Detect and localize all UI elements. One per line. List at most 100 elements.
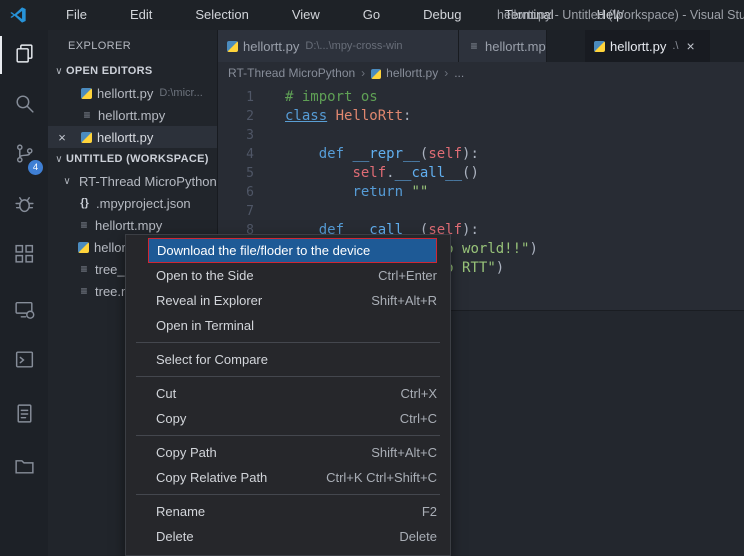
code-line: 7	[218, 202, 744, 221]
code-line: 4 def __repr__(self):	[218, 145, 744, 164]
workspace-header[interactable]: ∨ UNTITLED (WORKSPACE)	[48, 148, 217, 170]
context-menu-item[interactable]: Copy Relative PathCtrl+K Ctrl+Shift+C	[126, 465, 450, 490]
remote-device-button[interactable]	[0, 286, 48, 336]
json-file-icon: {}	[78, 197, 91, 209]
extensions-icon	[13, 242, 36, 268]
folder-icon	[13, 454, 36, 480]
tab-strip-gap	[547, 30, 585, 62]
python-file-icon	[81, 132, 92, 143]
terminal-button[interactable]	[0, 336, 48, 386]
folder-row[interactable]: ∨ RT-Thread MicroPython	[48, 170, 217, 192]
file-name: hellortt.py	[97, 86, 153, 101]
files-icon	[13, 42, 36, 68]
menu-selection[interactable]: Selection	[165, 3, 261, 28]
context-menu-item[interactable]: Copy PathShift+Alt+C	[126, 440, 450, 465]
close-icon[interactable]: ×	[55, 130, 69, 145]
menu-separator	[136, 494, 440, 495]
context-menu: Download the file/floder to the deviceOp…	[125, 234, 451, 556]
context-menu-item[interactable]: Download the file/floder to the device	[148, 238, 437, 263]
close-icon[interactable]: ×	[687, 38, 695, 54]
editor-tab[interactable]: ≡hellortt.mpy	[459, 30, 547, 62]
python-file-icon	[371, 68, 381, 78]
editor-tab[interactable]: hellortt.py.\×	[585, 30, 710, 62]
context-menu-item[interactable]: DeleteDelete	[126, 524, 450, 549]
open-editor-item[interactable]: ≡hellortt.mpy	[48, 104, 217, 126]
open-editor-item[interactable]: hellortt.pyD:\micr...	[48, 82, 217, 104]
open-editors-list: hellortt.pyD:\micr...≡hellortt.mpy × hello…	[48, 82, 217, 148]
binary-file-icon: ≡	[78, 218, 90, 232]
line-number: 1	[218, 88, 254, 107]
file-name: hellortt.mpy	[98, 108, 165, 123]
source-control-button[interactable]: 4	[0, 130, 48, 180]
menu-separator	[136, 342, 440, 343]
context-menu-item[interactable]: Open to the SideCtrl+Enter	[126, 263, 450, 288]
file-name: .mpyproject.json	[96, 196, 191, 211]
remote-device-icon	[13, 298, 36, 324]
code-text: def __repr__(self):	[285, 145, 479, 164]
code-line: 3	[218, 126, 744, 145]
sidebar-title: EXPLORER	[48, 30, 217, 60]
code-line: 5 self.__call__()	[218, 164, 744, 183]
python-file-icon	[227, 41, 238, 52]
tab-detail: .\	[672, 40, 678, 52]
breadcrumb-item[interactable]: hellortt.py	[386, 66, 438, 80]
output-button[interactable]	[0, 390, 48, 440]
scm-badge: 4	[28, 160, 43, 175]
context-menu-item[interactable]: RenameF2	[126, 499, 450, 524]
extensions-button[interactable]	[0, 230, 48, 280]
context-menu-item[interactable]: Open in Terminal	[126, 313, 450, 338]
context-menu-item[interactable]: CutCtrl+X	[126, 381, 450, 406]
code-line: 6 return ""	[218, 183, 744, 202]
search-button[interactable]	[0, 80, 48, 130]
tab-detail: D:\...\mpy-cross-win	[305, 40, 402, 52]
chevron-down-icon: ∨	[60, 176, 74, 187]
line-number: 7	[218, 202, 254, 221]
code-text: self.__call__()	[285, 164, 479, 183]
search-icon	[13, 92, 36, 118]
context-menu-item[interactable]: Copy Ctrl+C	[126, 406, 450, 431]
project-folder-button[interactable]	[0, 442, 48, 492]
report-icon	[13, 402, 36, 428]
python-file-icon	[81, 88, 92, 99]
context-menu-item[interactable]: Reveal in ExplorerShift+Alt+R	[126, 288, 450, 313]
menu-go[interactable]: Go	[333, 3, 393, 28]
open-editor-item[interactable]: × hellortt.py	[48, 126, 217, 148]
binary-file-icon: ≡	[78, 262, 90, 276]
line-number: 5	[218, 164, 254, 183]
tab-bar: hellortt.pyD:\...\mpy-cross-win≡hellortt…	[218, 30, 744, 62]
tree-item[interactable]: ≡hellortt.mpy	[48, 214, 217, 236]
tab-label: hellortt.mpy	[485, 39, 547, 54]
context-menu-item[interactable]: Select for Compare	[126, 347, 450, 372]
line-number: 2	[218, 107, 254, 126]
menu-item-shortcut: Ctrl+C	[400, 404, 437, 434]
breadcrumb-item[interactable]: ...	[454, 66, 464, 80]
line-number: 6	[218, 183, 254, 202]
folder-name: RT-Thread MicroPython	[79, 174, 217, 189]
menu-debug[interactable]: Debug	[393, 3, 474, 28]
code-text: # import os	[285, 88, 378, 107]
chevron-right-icon: ›	[361, 66, 365, 80]
debug-button[interactable]	[0, 180, 48, 230]
menu-separator	[136, 435, 440, 436]
binary-file-icon: ≡	[78, 284, 90, 298]
code-line: 1 # import os	[218, 88, 744, 107]
tree-item[interactable]: {} .mpyproject.json	[48, 192, 217, 214]
vscode-logo-icon	[9, 6, 27, 24]
breadcrumb-item[interactable]: RT-Thread MicroPython	[228, 66, 355, 80]
explorer-button[interactable]	[0, 30, 48, 80]
chevron-right-icon: ›	[444, 66, 448, 80]
menu-item-shortcut: Delete	[399, 522, 437, 552]
code-text: class HelloRtt:	[285, 107, 411, 126]
menu-view[interactable]: View	[262, 3, 333, 28]
menu-edit[interactable]: Edit	[100, 3, 165, 28]
file-name: hellortt.py	[97, 130, 153, 145]
open-editors-header[interactable]: ∨ OPEN EDITORS	[48, 60, 217, 82]
chevron-down-icon: ∨	[52, 66, 66, 77]
python-file-icon	[78, 242, 89, 253]
editor-tab[interactable]: hellortt.pyD:\...\mpy-cross-win	[218, 30, 459, 62]
menu-file[interactable]: File	[36, 3, 100, 28]
window-title: hellortt.py - Untitled (Workspace) - Vis…	[497, 0, 744, 30]
breadcrumb: RT-Thread MicroPython › hellortt.py ›...	[218, 62, 744, 84]
menu-item-label: Copy	[156, 404, 380, 434]
menu-separator	[136, 376, 440, 377]
